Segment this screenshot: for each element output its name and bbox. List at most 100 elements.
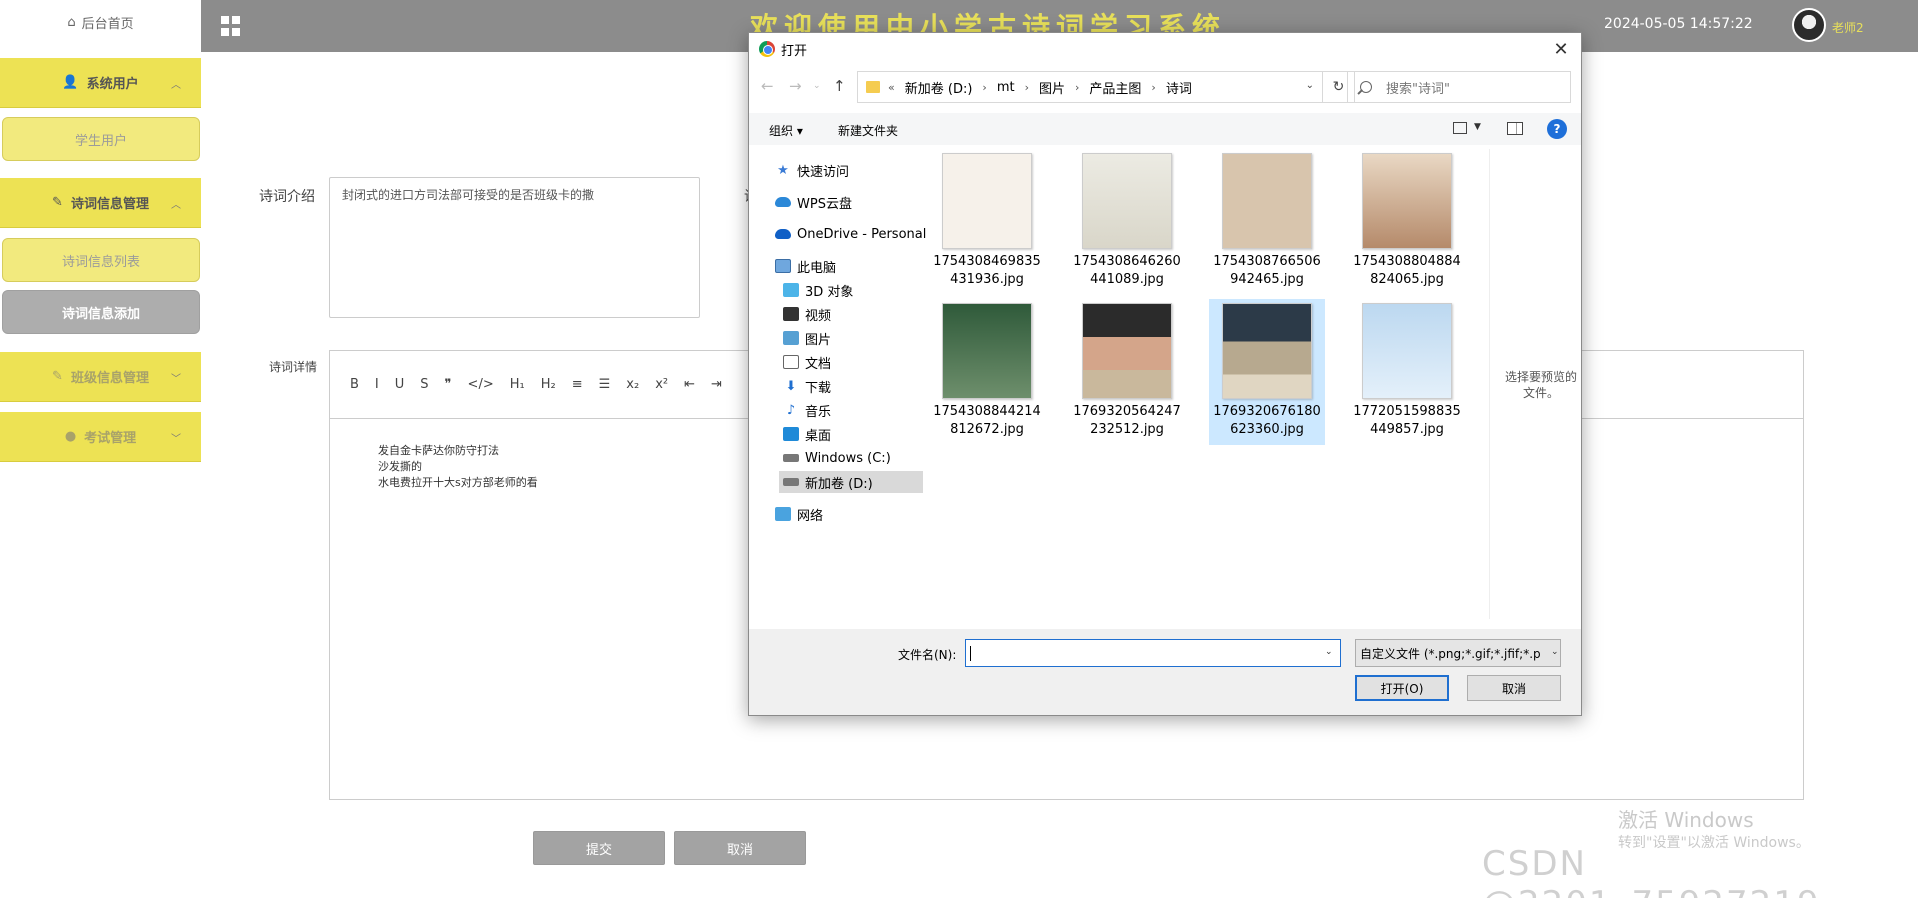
command-bar: 组织 ▾ 新建文件夹 ▼ ?: [749, 113, 1581, 145]
superscript-button[interactable]: x²: [655, 377, 668, 392]
intro-textarea[interactable]: 封闭式的进口方司法部可接受的是否班级卡的撒: [329, 177, 700, 318]
chevron-down-icon[interactable]: ⌄: [1551, 647, 1559, 657]
back-arrow-icon[interactable]: ←: [761, 77, 774, 95]
up-arrow-icon[interactable]: ↑: [833, 77, 846, 95]
drive-icon: [783, 478, 799, 486]
nav-videos[interactable]: 视频: [783, 303, 831, 325]
chevron-down-icon: ﹀: [171, 374, 181, 385]
pin-icon: ●: [64, 429, 77, 444]
sidebar-item-exam[interactable]: ● 考试管理 ﹀: [0, 412, 201, 462]
sidebar-item-label: 系统用户: [86, 77, 139, 92]
overflow-chevron-icon[interactable]: «: [888, 81, 895, 94]
breadcrumb-item[interactable]: 新加卷 (D:): [905, 78, 973, 97]
nav-quick-access[interactable]: ★ 快速访问: [775, 159, 849, 181]
video-icon: [783, 307, 799, 321]
nav-label: 新加卷 (D:): [805, 476, 873, 492]
nav-3d-objects[interactable]: 3D 对象: [783, 279, 853, 301]
nav-label: OneDrive - Personal: [797, 226, 927, 242]
menu-grid-icon[interactable]: [221, 16, 241, 36]
filename-input[interactable]: [965, 639, 1341, 667]
chevron-down-icon[interactable]: ⌄: [1306, 80, 1314, 91]
nav-c-drive[interactable]: Windows (C:): [783, 447, 891, 469]
nav-label: 图片: [805, 332, 832, 348]
file-name: 1754308469835431936.jpg: [933, 254, 1041, 287]
sidebar-sub-student-user[interactable]: 学生用户: [2, 117, 200, 161]
breadcrumb-item[interactable]: mt: [997, 80, 1015, 95]
csdn-watermark: CSDN @2201_75927219: [1482, 844, 1819, 898]
file-name: 1754308844214812672.jpg: [933, 404, 1041, 437]
h1-button[interactable]: H₁: [510, 377, 525, 392]
submit-button[interactable]: 提交: [533, 831, 665, 865]
nav-downloads[interactable]: ⬇ 下载: [783, 375, 831, 397]
nav-documents[interactable]: 文档: [783, 351, 831, 373]
nav-music[interactable]: ♪ 音乐: [783, 399, 831, 421]
open-button[interactable]: 打开(O): [1355, 675, 1449, 701]
italic-button[interactable]: I: [375, 377, 379, 392]
file-item[interactable]: 1754308844214812672.jpg: [929, 299, 1045, 445]
quote-button[interactable]: ❞: [445, 377, 452, 392]
chrome-icon: [759, 41, 775, 57]
recent-dropdown-icon[interactable]: ⌄: [813, 81, 821, 91]
forward-arrow-icon[interactable]: →: [789, 77, 802, 95]
close-icon[interactable]: ✕: [1551, 39, 1571, 60]
cancel-button[interactable]: 取消: [674, 831, 806, 865]
new-folder-button[interactable]: 新建文件夹: [838, 122, 898, 139]
subscript-button[interactable]: x₂: [626, 377, 639, 392]
search-placeholder: 搜索"诗词": [1386, 81, 1450, 97]
file-item[interactable]: 1769320564247232512.jpg: [1069, 299, 1185, 445]
home-link[interactable]: ⌂ 后台首页: [0, 0, 201, 52]
nav-label: WPS云盘: [797, 196, 852, 212]
avatar[interactable]: [1792, 8, 1826, 42]
underline-button[interactable]: U: [395, 377, 405, 392]
datetime: 2024-05-05 14:57:22: [1604, 16, 1753, 32]
file-item[interactable]: 1754308646260441089.jpg: [1069, 149, 1185, 295]
file-type-select[interactable]: 自定义文件 (*.png;*.gif;*.jfif;*.p: [1355, 639, 1561, 667]
indent-button[interactable]: ⇥: [711, 377, 722, 392]
nav-label: 音乐: [805, 404, 832, 420]
chevron-down-icon[interactable]: ▼: [1474, 122, 1481, 132]
breadcrumb-item[interactable]: 产品主图: [1089, 78, 1141, 97]
strike-button[interactable]: S: [420, 377, 428, 392]
nav-network[interactable]: 网络: [775, 503, 823, 525]
nav-d-drive[interactable]: 新加卷 (D:): [779, 471, 923, 493]
bullet-list-button[interactable]: ☰: [599, 377, 611, 392]
username[interactable]: 老师2: [1832, 19, 1864, 36]
sidebar-sub-poem-list[interactable]: 诗词信息列表: [2, 238, 200, 282]
h2-button[interactable]: H₂: [541, 377, 556, 392]
file-item[interactable]: 1754308766506942465.jpg: [1209, 149, 1325, 295]
file-item[interactable]: 1754308804884824065.jpg: [1349, 149, 1465, 295]
organize-button[interactable]: 组织 ▾: [769, 122, 803, 139]
file-item[interactable]: 1754308469835431936.jpg: [929, 149, 1045, 295]
search-input[interactable]: 搜索"诗词": [1347, 71, 1571, 103]
file-item[interactable]: 1772051598835449857.jpg: [1349, 299, 1465, 445]
help-icon[interactable]: ?: [1547, 119, 1567, 139]
address-bar[interactable]: « 新加卷 (D:) › mt › 图片 › 产品主图 › 诗词 ⌄: [857, 71, 1323, 103]
image-thumbnail: [1362, 153, 1452, 249]
file-name: 1754308766506942465.jpg: [1213, 254, 1321, 287]
sidebar-item-label: 诗词信息管理: [70, 197, 149, 212]
nav-this-pc[interactable]: 此电脑: [775, 255, 836, 277]
view-icon[interactable]: [1453, 122, 1467, 134]
nav-label: 快速访问: [797, 164, 850, 180]
preview-pane-icon[interactable]: [1507, 122, 1523, 135]
nav-desktop[interactable]: 桌面: [783, 423, 831, 445]
code-button[interactable]: </>: [468, 377, 494, 392]
nav-pictures[interactable]: 图片: [783, 327, 831, 349]
sidebar-item-system-user[interactable]: 👤 系统用户 ︿: [0, 58, 201, 108]
open-file-dialog: 打开 ✕ ← → ⌄ ↑ « 新加卷 (D:) › mt › 图片 › 产品主图…: [748, 32, 1582, 716]
nav-onedrive[interactable]: OneDrive - Personal: [775, 223, 926, 245]
bold-button[interactable]: B: [350, 377, 359, 392]
breadcrumb-item[interactable]: 诗词: [1166, 78, 1192, 97]
nav-wps-cloud[interactable]: WPS云盘: [775, 191, 852, 213]
sidebar-sub-poem-add[interactable]: 诗词信息添加: [2, 290, 200, 334]
file-item[interactable]: 1769320676180623360.jpg: [1209, 299, 1325, 445]
dialog-cancel-button[interactable]: 取消: [1467, 675, 1561, 701]
nav-label: 下载: [805, 380, 832, 396]
outdent-button[interactable]: ⇤: [684, 377, 695, 392]
dialog-titlebar: 打开 ✕: [749, 33, 1581, 65]
breadcrumb-item[interactable]: 图片: [1039, 78, 1065, 97]
sidebar-item-class-info[interactable]: ✎ 班级信息管理 ﹀: [0, 352, 201, 402]
ordered-list-button[interactable]: ≡: [572, 377, 583, 392]
sidebar-item-poem-info[interactable]: ✎ 诗词信息管理 ︿: [0, 178, 201, 228]
dialog-navbar: ← → ⌄ ↑ « 新加卷 (D:) › mt › 图片 › 产品主图 › 诗词…: [749, 67, 1581, 107]
